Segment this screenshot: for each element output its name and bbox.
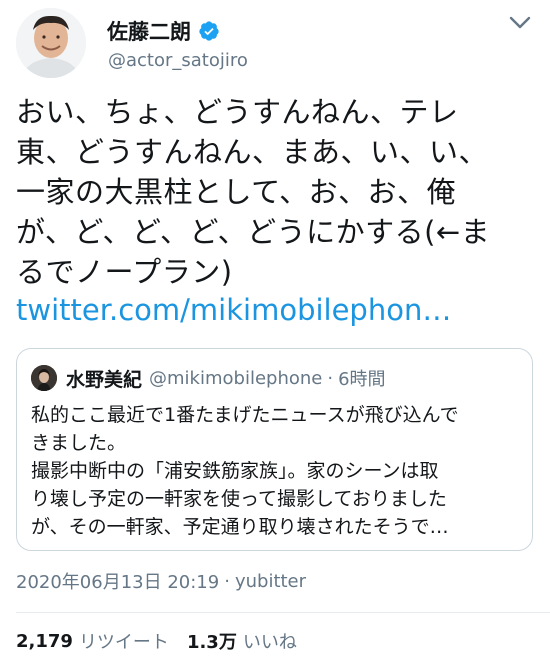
- quoted-separator: ·: [327, 367, 334, 389]
- quoted-text-line: が、その一軒家、予定通り取り壊されたそうで…: [31, 516, 449, 538]
- verified-badge-icon: [199, 21, 219, 41]
- avatar[interactable]: [16, 8, 86, 78]
- author-display-name[interactable]: 佐藤二朗: [107, 16, 191, 46]
- chevron-down-icon[interactable]: [506, 12, 534, 34]
- tweet-timestamp[interactable]: 2020年06月13日 20:19: [16, 568, 219, 594]
- quoted-text-line: 撮影中断中の「浦安鉄筋家族」。家のシーンは取: [31, 460, 439, 482]
- author-handle[interactable]: @actor_satojiro: [108, 50, 248, 71]
- retweet-count[interactable]: 2,179: [16, 631, 73, 652]
- quoted-text-line: 私的ここ最近で1番たまげたニュースが飛び込んで: [31, 404, 459, 426]
- tweet-text-line: るでノープラン): [16, 255, 233, 289]
- tweet-text-line: 一家の大黒柱として、お、お、俺: [16, 175, 457, 209]
- tweet-text: おい、ちょ、どうすんねん、テレ 東、どうすんねん、まあ、い、い、 一家の大黒柱と…: [16, 92, 534, 292]
- quoted-tweet-header: 水野美紀 @mikimobilephone · 6時間: [31, 364, 386, 392]
- quoted-tweet-card[interactable]: 水野美紀 @mikimobilephone · 6時間 私的ここ最近で1番たまげ…: [16, 348, 533, 551]
- quoted-tweet-text: 私的ここ最近で1番たまげたニュースが飛び込んで きました。 撮影中断中の「浦安鉄…: [31, 401, 526, 541]
- like-count[interactable]: 1.3万: [187, 628, 237, 654]
- tweet-header: 佐藤二朗 @actor_satojiro: [16, 8, 534, 78]
- retweet-label[interactable]: リツイート: [79, 628, 169, 654]
- quoted-avatar: [31, 365, 57, 391]
- quoted-timestamp: 6時間: [338, 369, 386, 390]
- divider: [16, 612, 550, 613]
- quoted-text-line: り壊し予定の一軒家を使って撮影しておりました: [31, 488, 447, 510]
- tweet-stats: 2,179 リツイート 1.3万 いいね: [16, 628, 315, 654]
- tweet-meta: 2020年06月13日 20:19 · yubitter: [16, 568, 306, 594]
- quoted-avatar-photo: [31, 365, 57, 391]
- tweet-text-line: が、ど、ど、ど、どうにかする(←ま: [16, 215, 491, 249]
- meta-separator: ·: [224, 570, 230, 592]
- avatar-photo: [16, 8, 86, 78]
- tweet-text-line: おい、ちょ、どうすんねん、テレ: [16, 95, 459, 129]
- author-name-row[interactable]: 佐藤二朗: [107, 16, 220, 46]
- quoted-display-name: 水野美紀: [66, 368, 143, 391]
- tweet-link[interactable]: twitter.com/mikimobilephon…: [16, 292, 451, 328]
- tweet-text-line: 東、どうすんねん、まあ、い、い、: [16, 135, 489, 169]
- quoted-text-line: きました。: [31, 432, 127, 454]
- like-label[interactable]: いいね: [243, 628, 297, 654]
- tweet-source[interactable]: yubitter: [235, 571, 306, 592]
- quoted-handle: @mikimobilephone: [149, 367, 323, 389]
